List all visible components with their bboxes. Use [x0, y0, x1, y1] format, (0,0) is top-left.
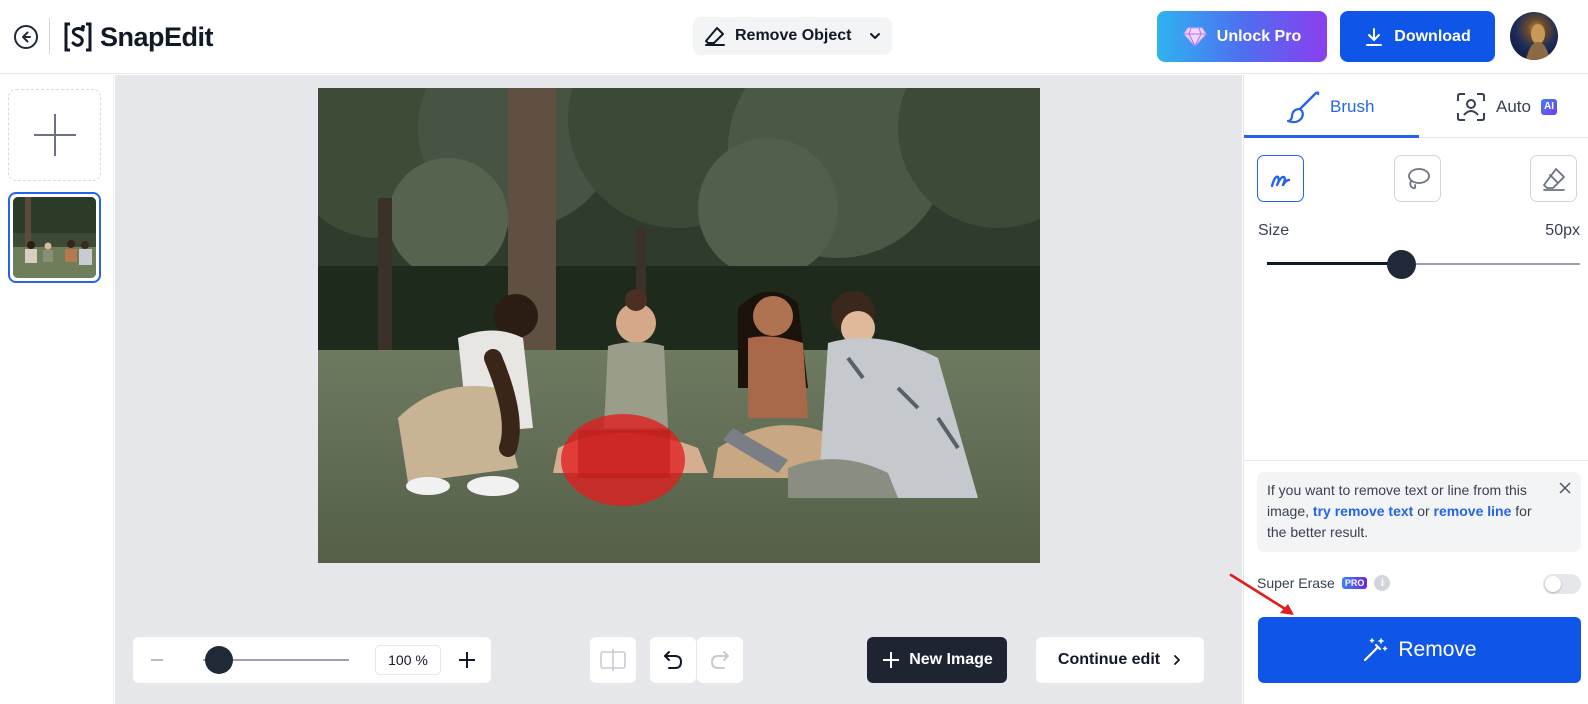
- tab-brush[interactable]: Brush: [1286, 75, 1374, 138]
- remove-label: Remove: [1398, 638, 1477, 661]
- avatar-image: [1526, 24, 1550, 60]
- snapedit-logo-icon: [64, 22, 92, 52]
- diamond-icon: [1183, 27, 1207, 47]
- add-image-button[interactable]: [8, 89, 101, 181]
- tab-brush-label: Brush: [1330, 96, 1375, 116]
- ai-badge: AI: [1540, 98, 1557, 115]
- tip-close-button[interactable]: [1557, 480, 1573, 496]
- plus-icon: [883, 652, 900, 668]
- size-slider-handle[interactable]: [1387, 250, 1416, 279]
- logo[interactable]: SnapEdit: [62, 20, 214, 54]
- brush-stroke-icon: [1270, 175, 1290, 187]
- avatar[interactable]: [1510, 12, 1558, 60]
- unlock-pro-button[interactable]: Unlock Pro: [1157, 11, 1327, 62]
- mode-brush-button[interactable]: [1257, 155, 1304, 202]
- back-button[interactable]: [12, 23, 40, 51]
- minus-icon: [151, 659, 163, 661]
- top-bar: SnapEdit Remove Object Unlock Pro Downlo…: [0, 0, 1588, 74]
- new-image-button[interactable]: New Image: [867, 637, 1007, 683]
- image-list: [0, 75, 114, 704]
- close-icon: [1559, 482, 1571, 494]
- magic-wand-icon: [1364, 638, 1388, 662]
- size-value: 50px: [1545, 222, 1580, 239]
- size-label: Size: [1258, 222, 1290, 239]
- zoom-out-button[interactable]: [145, 647, 169, 673]
- zoom-in-button[interactable]: [453, 646, 481, 674]
- download-label: Download: [1394, 27, 1471, 45]
- redo-icon: [710, 651, 729, 669]
- header-divider: [49, 18, 50, 54]
- remove-line-link[interactable]: remove line: [1434, 503, 1512, 519]
- info-icon[interactable]: i: [1374, 575, 1391, 591]
- try-remove-text-link[interactable]: try remove text: [1313, 503, 1413, 519]
- tab-auto[interactable]: Auto AI: [1456, 75, 1557, 138]
- tool-select-label: Remove Object: [735, 27, 852, 44]
- auto-detect-icon: [1457, 92, 1485, 121]
- new-image-label: New Image: [909, 651, 993, 668]
- continue-edit-button[interactable]: Continue edit: [1036, 637, 1204, 683]
- zoom-control: 100 %: [133, 637, 491, 683]
- panel-divider: [1244, 460, 1588, 461]
- plus-icon: [459, 652, 475, 668]
- tip-box: If you want to remove text or line from …: [1257, 472, 1581, 552]
- tab-auto-label: Auto: [1496, 96, 1531, 116]
- super-erase-toggle[interactable]: [1543, 574, 1581, 594]
- redo-button[interactable]: [697, 637, 743, 683]
- tool-select[interactable]: Remove Object: [693, 17, 892, 55]
- download-button[interactable]: Download: [1340, 11, 1495, 62]
- canvas-area: 100 % New Image Continue edit: [115, 75, 1242, 704]
- remove-button[interactable]: Remove: [1258, 617, 1581, 683]
- pro-badge: PRO: [1341, 577, 1368, 589]
- tip-text-middle: or: [1413, 503, 1434, 519]
- mode-lasso-button[interactable]: [1394, 155, 1441, 202]
- eraser-tool-icon: [705, 27, 725, 46]
- active-tab-indicator: [1244, 135, 1419, 138]
- continue-edit-label: Continue edit: [1057, 651, 1161, 668]
- toggle-knob: [1545, 576, 1561, 592]
- photo-image: [318, 88, 1040, 563]
- app-name: SnapEdit: [100, 21, 214, 52]
- compare-button[interactable]: [590, 637, 636, 683]
- editing-canvas[interactable]: [318, 88, 1040, 563]
- compare-icon: [600, 649, 626, 671]
- tool-panel: Brush Auto AI Size 50px If you want to r…: [1243, 75, 1588, 704]
- zoom-value[interactable]: 100 %: [375, 645, 441, 675]
- download-icon: [1366, 27, 1383, 46]
- chevron-right-icon: [1174, 655, 1181, 665]
- brush-icon: [1286, 90, 1320, 123]
- plus-icon: [33, 114, 76, 156]
- eraser-icon: [1542, 167, 1565, 191]
- super-erase-row: Super Erase PRO i: [1257, 575, 1391, 591]
- undo-button[interactable]: [650, 637, 696, 683]
- thumbnail-image: [13, 197, 96, 278]
- super-erase-label: Super Erase: [1257, 575, 1335, 591]
- image-thumbnail[interactable]: [8, 192, 101, 283]
- lasso-icon: [1407, 167, 1430, 189]
- undo-icon: [664, 651, 683, 669]
- mode-eraser-button[interactable]: [1530, 155, 1577, 202]
- zoom-slider-handle[interactable]: [205, 646, 233, 674]
- unlock-pro-label: Unlock Pro: [1216, 27, 1302, 45]
- chevron-down-icon: [870, 33, 880, 39]
- back-icon: [14, 25, 38, 49]
